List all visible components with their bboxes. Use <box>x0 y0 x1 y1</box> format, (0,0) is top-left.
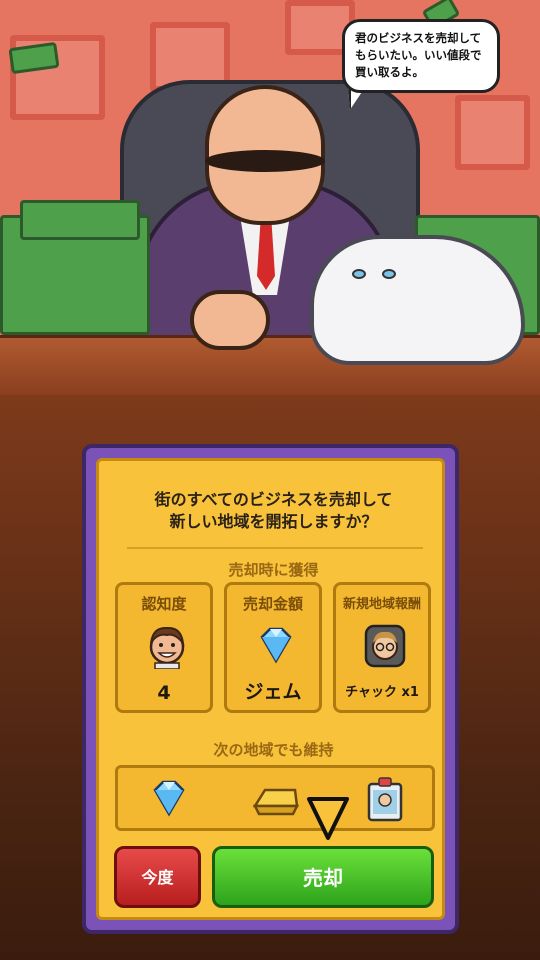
dialog-question: 街のすべてのビジネスを売却して 新しい地域を開拓しますか？ <box>99 489 448 533</box>
dialog-panel: 街のすべてのビジネスを売却して 新しい地域を開拓しますか？ 売却時に獲得 認知度… <box>96 458 445 920</box>
reward-card-sale-amount: 売却金額 ジェム <box>224 582 322 713</box>
cat-eye-icon <box>382 269 396 279</box>
tutorial-pointer-icon <box>307 797 349 840</box>
cash-stack-left-top <box>20 200 140 240</box>
id-badge-icon <box>367 777 403 822</box>
gold-bar-icon <box>252 788 300 816</box>
divider <box>127 547 423 549</box>
fan-face-icon <box>149 626 185 669</box>
speech-bubble: 君のビジネスを売却してもらいたい。いい値段で買い取るよ。 <box>342 19 500 93</box>
keep-label: 次の地域でも維持 <box>213 741 334 759</box>
sell-dialog: 街のすべてのビジネスを売却して 新しい地域を開拓しますか？ 売却時に獲得 認知度… <box>82 444 459 934</box>
reward-card-new-area: 新規地域報酬 チャック x1 <box>333 582 431 713</box>
reward-card-recognition: 認知度 4 <box>115 582 213 713</box>
gem-icon <box>260 627 292 664</box>
question-line-2: 新しい地域を開拓しますか？ <box>169 512 378 531</box>
sell-button[interactable]: 売却 <box>212 846 434 908</box>
later-button[interactable]: 今度 <box>114 846 201 908</box>
boss-mustache <box>205 150 325 172</box>
reward-value: ジェム <box>244 681 302 703</box>
reward-title: 売却金額 <box>242 595 303 613</box>
cat-eye-icon <box>352 269 366 279</box>
reward-title: 認知度 <box>141 595 187 613</box>
reward-value: 4 <box>157 682 171 704</box>
boss-hands <box>190 290 270 350</box>
reward-value: チャック x1 <box>345 685 419 700</box>
question-line-1: 街のすべてのビジネスを売却して <box>154 490 393 509</box>
reward-title: 新規地域報酬 <box>342 597 421 612</box>
wall-picture-frame <box>455 95 530 170</box>
chuck-portrait-icon <box>364 624 406 668</box>
kept-items-box <box>115 765 435 831</box>
gem-icon <box>153 780 185 817</box>
gain-label: 売却時に獲得 <box>228 561 319 579</box>
